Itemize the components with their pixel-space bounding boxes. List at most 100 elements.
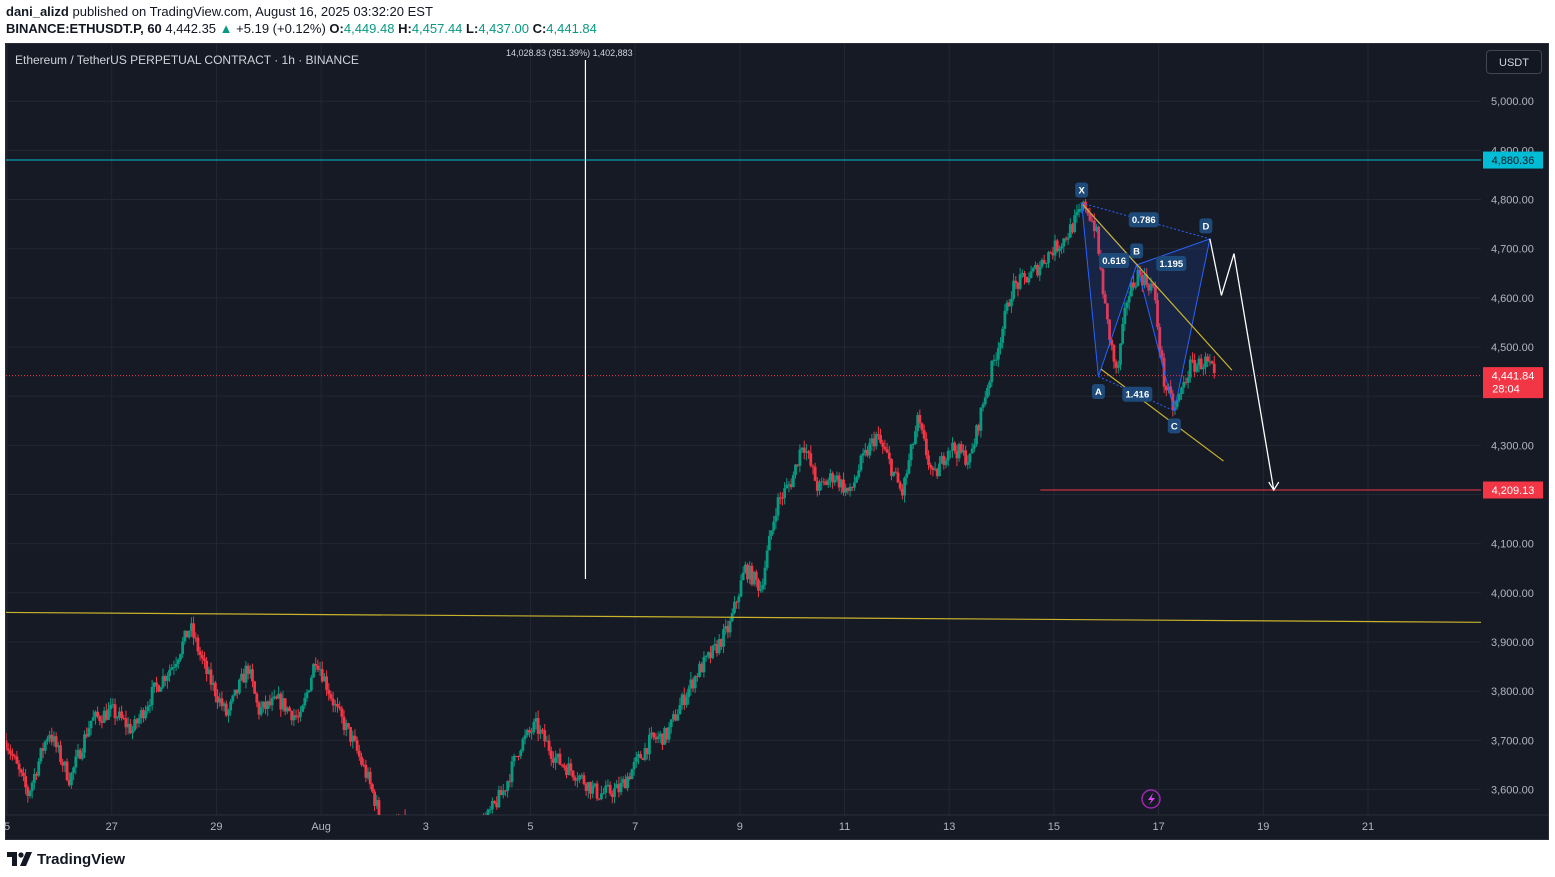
candle-body <box>1177 394 1181 401</box>
candle-body <box>65 761 69 781</box>
candle-body <box>148 705 152 707</box>
candle-body <box>1112 345 1116 362</box>
y-tick-label: 4,700.00 <box>1491 244 1534 256</box>
pattern-point-a: A <box>1095 387 1102 398</box>
x-tick-label: 17 <box>1152 821 1164 833</box>
candle-body <box>443 836 446 837</box>
candle-body <box>1038 266 1042 276</box>
candle-body <box>811 465 815 467</box>
candle-body <box>486 809 490 815</box>
candle-body <box>739 580 743 597</box>
candle-body <box>355 740 359 751</box>
candle-body <box>96 711 100 717</box>
candle-body <box>402 816 405 823</box>
x-tick-label: 15 <box>1048 821 1060 833</box>
candle-body <box>305 692 309 699</box>
candle-body <box>329 694 333 699</box>
candle-body <box>301 705 305 712</box>
candle-body <box>406 821 409 827</box>
candle-body <box>307 690 311 693</box>
badge-last-price: 4,441.84 <box>1492 371 1535 383</box>
candle-body <box>439 828 442 836</box>
candle-body <box>441 837 444 838</box>
candle-body <box>776 497 780 516</box>
candle-body <box>1001 328 1005 343</box>
candle-body <box>37 761 41 776</box>
candle-body <box>809 453 813 466</box>
candle-body <box>632 761 636 770</box>
candle-body <box>990 360 994 383</box>
candle-body <box>770 530 773 536</box>
candle-body <box>404 816 407 827</box>
candle-body <box>377 800 381 815</box>
pattern-point-x: X <box>1078 185 1085 196</box>
candle-body <box>986 387 989 398</box>
candle-body <box>89 720 93 729</box>
candle-body <box>360 756 363 765</box>
candle-body <box>1195 365 1199 372</box>
candle-body <box>791 475 795 488</box>
candle-body <box>619 783 623 793</box>
candle-body <box>693 676 697 689</box>
candle-body <box>1075 212 1079 216</box>
candle-body <box>879 434 882 443</box>
candle-body <box>115 717 119 719</box>
projection-path[interactable] <box>1209 238 1275 491</box>
wedge-line[interactable] <box>1100 368 1224 462</box>
candle-body <box>314 663 318 666</box>
candle-body <box>602 792 605 794</box>
lightning-icon[interactable] <box>1141 789 1161 809</box>
candle-body <box>98 716 102 722</box>
candle-body <box>885 449 889 453</box>
price-chart[interactable]: X A B C D 0.616 0.786 1.195 1.416 3,600.00 3,700.… <box>0 0 1555 877</box>
trendline[interactable] <box>5 611 1482 623</box>
candle-body <box>408 821 411 825</box>
candle-body <box>176 659 180 664</box>
candle-body <box>1044 262 1048 264</box>
candle-body <box>474 824 477 832</box>
candle-body <box>357 750 361 757</box>
candle-body <box>914 431 917 444</box>
ratio-xb: 0.616 <box>1102 256 1126 267</box>
candle-body <box>639 754 643 759</box>
candle-body <box>203 658 206 661</box>
y-tick-label: 3,700.00 <box>1491 735 1534 747</box>
candle-body <box>907 460 911 474</box>
y-tick-label: 4,500.00 <box>1491 342 1534 354</box>
candle-body <box>460 832 463 840</box>
candle-body <box>855 477 858 483</box>
candle-body <box>209 669 213 685</box>
currency-button[interactable]: USDT <box>1486 50 1542 74</box>
candle-body <box>179 654 182 660</box>
candle-body <box>722 629 725 647</box>
drawings[interactable]: X A B C D 0.616 0.786 1.195 1.416 <box>5 60 1482 623</box>
candle-body <box>107 709 110 720</box>
candle-body <box>6 740 8 749</box>
tradingview-logo[interactable]: TradingView <box>7 849 125 869</box>
candle-body <box>17 763 21 770</box>
candle-body <box>91 717 95 721</box>
candle-body <box>410 821 413 825</box>
badge-last-price-countdown: 28:04 <box>1492 384 1520 396</box>
candle-body <box>604 785 608 793</box>
candle-body <box>669 719 673 728</box>
candle-body <box>15 756 19 764</box>
candle-body <box>255 693 259 703</box>
candle-body <box>467 823 470 826</box>
candle-body <box>432 825 435 838</box>
candle-body <box>471 833 474 838</box>
candle-body <box>1066 237 1070 240</box>
candle-body <box>251 669 254 682</box>
y-tick-label: 4,300.00 <box>1491 440 1534 452</box>
x-tick-label: 21 <box>1362 821 1374 833</box>
candle-body <box>237 679 241 694</box>
time-axis[interactable]: 5 27 29 Aug 3 5 7 9 11 13 15 17 19 21 <box>4 821 1374 833</box>
candle-body <box>767 535 771 551</box>
candle-body <box>336 703 339 707</box>
candle-body <box>6 748 10 751</box>
candle-body <box>1047 252 1050 263</box>
candle-body <box>120 711 123 718</box>
price-axis[interactable]: 3,600.00 3,700.00 3,800.00 3,900.00 4,000.00… <box>1491 96 1534 796</box>
candles <box>6 199 1216 840</box>
candle-body <box>196 637 200 652</box>
